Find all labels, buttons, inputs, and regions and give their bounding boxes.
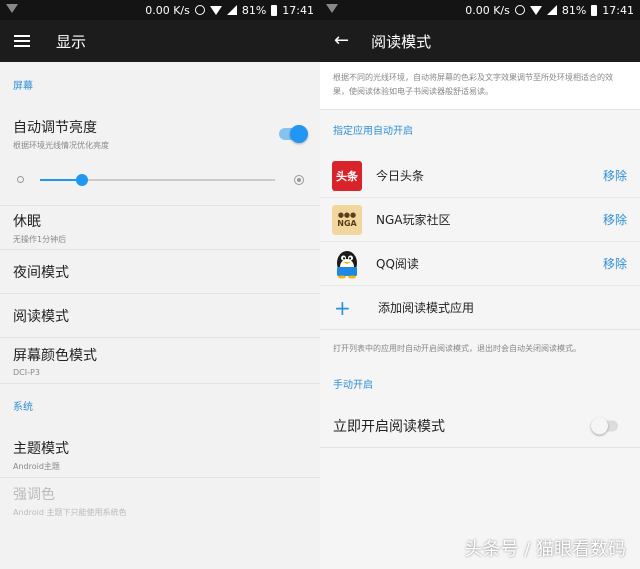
remove-button-qq-reader[interactable]: 移除 <box>603 255 627 272</box>
page-title: 显示 <box>56 32 87 51</box>
accent-color-item: 强调色 Android 主题下只能使用系统色 <box>0 478 320 524</box>
brightness-low-icon <box>17 176 24 183</box>
brightness-slider[interactable] <box>40 174 275 186</box>
theme-item[interactable]: 主题模式 Android主题 <box>0 432 320 478</box>
menu-icon[interactable] <box>14 35 30 47</box>
auto-brightness-toggle[interactable] <box>279 125 308 143</box>
display-settings-screen: 0.00 K/s 81% 17:41 显示 屏幕 自动调节亮度 根据环境光线情况… <box>0 0 320 569</box>
app-name: NGA玩家社区 <box>376 213 451 227</box>
app-row-toutiao: 头条 今日头条 移除 <box>320 154 640 198</box>
signal-icon <box>546 5 557 15</box>
toolbar: ← 阅读模式 <box>320 20 640 62</box>
sleep-item[interactable]: 休眠 无操作1分钟后 <box>0 206 320 250</box>
app-name: QQ阅读 <box>376 257 419 271</box>
app-row-nga: ●●● NGA NGA玩家社区 移除 <box>320 198 640 242</box>
add-reading-app-button[interactable]: + 添加阅读模式应用 <box>320 286 640 330</box>
alarm-icon <box>194 5 205 15</box>
page-title: 阅读模式 <box>371 32 432 51</box>
brightness-slider-row <box>0 156 320 206</box>
toutiao-app-icon: 头条 <box>332 160 362 191</box>
theme-title: 主题模式 <box>13 440 69 457</box>
clock: 17:41 <box>282 3 314 17</box>
auto-brightness-item[interactable]: 自动调节亮度 根据环境光线情况优化亮度 <box>0 112 320 156</box>
reading-mode-title: 阅读模式 <box>13 308 69 325</box>
reading-mode-description: 根据不同的光线环境，自动将屏幕的色彩及文字效果调节至所处环境相适合的效果，使阅读… <box>333 73 613 96</box>
network-speed: 0.00 K/s <box>465 3 510 17</box>
auto-open-note: 打开列表中的应用时自动开启阅读模式，退出时会自动关闭阅读模式。 <box>333 344 581 353</box>
reading-mode-item[interactable]: 阅读模式 <box>0 294 320 338</box>
section-title-auto: 指定应用自动开启 <box>333 126 413 137</box>
wifi-icon <box>209 5 222 15</box>
auto-brightness-title: 自动调节亮度 <box>13 120 97 136</box>
wifi-question-icon <box>6 4 18 13</box>
battery-icon <box>271 4 278 16</box>
battery-percent: 81% <box>561 3 587 17</box>
screen-color-title: 屏幕颜色模式 <box>13 347 97 364</box>
reading-mode-screen: 0.00 K/s 81% 17:41 ← 阅读模式 根据不同的光线环境，自动将屏… <box>320 0 640 569</box>
qq-reader-app-icon <box>332 249 362 279</box>
manual-reading-mode-item[interactable]: 立即开启阅读模式 <box>320 404 640 448</box>
screen-color-subtitle: DCI-P3 <box>13 367 40 377</box>
alarm-icon <box>514 5 525 15</box>
night-mode-item[interactable]: 夜间模式 <box>0 250 320 294</box>
brightness-high-icon <box>294 175 304 185</box>
app-name: 今日头条 <box>376 169 425 183</box>
brightness-slider-thumb[interactable] <box>76 174 89 186</box>
accent-color-title: 强调色 <box>13 487 55 503</box>
sleep-subtitle: 无操作1分钟后 <box>13 234 67 244</box>
status-bar: 0.00 K/s 81% 17:41 <box>0 0 320 20</box>
remove-button-toutiao[interactable]: 移除 <box>603 167 627 184</box>
accent-color-subtitle: Android 主题下只能使用系统色 <box>13 508 127 517</box>
app-row-qq-reader: QQ阅读 移除 <box>320 242 640 286</box>
section-title-screen: 屏幕 <box>13 81 33 92</box>
add-reading-app-label: 添加阅读模式应用 <box>378 301 475 315</box>
auto-brightness-subtitle: 根据环境光线情况优化亮度 <box>13 141 109 150</box>
status-bar: 0.00 K/s 81% 17:41 <box>320 0 640 20</box>
section-title-system: 系统 <box>13 402 33 413</box>
nga-app-icon: ●●● NGA <box>332 204 362 235</box>
battery-icon <box>591 4 598 16</box>
screen-color-item[interactable]: 屏幕颜色模式 DCI-P3 <box>0 338 320 384</box>
clock: 17:41 <box>602 3 634 17</box>
sleep-title: 休眠 <box>13 213 41 230</box>
toolbar: 显示 <box>0 20 320 62</box>
back-icon[interactable]: ← <box>334 32 349 50</box>
theme-subtitle: Android主题 <box>13 461 60 471</box>
section-title-manual: 手动开启 <box>333 380 373 391</box>
remove-button-nga[interactable]: 移除 <box>603 211 627 228</box>
night-mode-title: 夜间模式 <box>13 264 69 281</box>
wifi-question-icon <box>326 4 338 13</box>
wifi-icon <box>529 5 542 15</box>
manual-reading-mode-toggle[interactable] <box>591 417 618 434</box>
network-speed: 0.00 K/s <box>145 3 190 17</box>
signal-icon <box>226 5 237 15</box>
battery-percent: 81% <box>241 3 267 17</box>
watermark: 头条号 / 猫眼看数码 <box>464 539 626 560</box>
plus-icon: + <box>334 295 351 320</box>
